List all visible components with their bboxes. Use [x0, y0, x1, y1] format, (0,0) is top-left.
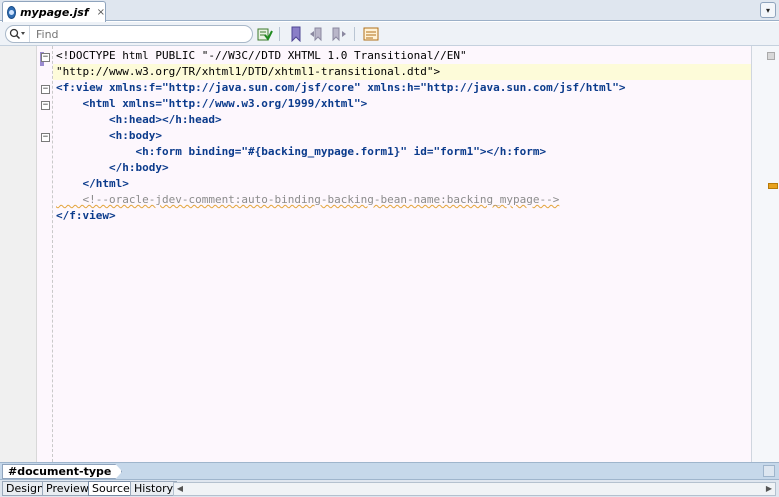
fold-toggle-icon[interactable]: −: [41, 85, 50, 94]
code-line-text: <html xmlns="http://www.w3.org/1999/xhtm…: [56, 97, 368, 110]
code-line-text: <h:head></h:head>: [56, 113, 222, 126]
search-icon[interactable]: [6, 26, 30, 42]
code-line-text: "http://www.w3.org/TR/xhtml1/DTD/xhtml1-…: [56, 65, 441, 78]
scroll-right-icon[interactable]: ▶: [763, 483, 775, 495]
code-line-text: </f:view>: [56, 209, 116, 222]
code-line-text: <h:body>: [56, 129, 162, 142]
code-line: </h:body>: [56, 160, 751, 176]
horizontal-scrollbar[interactable]: ◀ ▶: [173, 482, 776, 496]
breadcrumb-item[interactable]: #document-type: [2, 464, 122, 479]
code-line-text: <h:form binding="#{backing_mypage.form1}…: [56, 145, 547, 158]
code-comment-text: <!--oracle-jdev-comment:auto-binding-bac…: [56, 193, 560, 206]
validate-icon[interactable]: [257, 26, 273, 42]
code-area[interactable]: <!DOCTYPE html PUBLIC "-//W3C//DTD XHTML…: [53, 48, 751, 224]
overview-ruler: [751, 46, 779, 462]
line-number-gutter: [0, 46, 37, 462]
fold-toggle-icon[interactable]: −: [41, 133, 50, 142]
editor-view-tabs: Design Preview Source History ◀ ▶: [0, 479, 779, 497]
jsf-file-icon: [7, 5, 17, 19]
code-line: <!--oracle-jdev-comment:auto-binding-bac…: [56, 192, 751, 208]
code-line: <h:form binding="#{backing_mypage.form1}…: [56, 144, 751, 160]
code-line-text: </h:body>: [56, 161, 169, 174]
code-line-text: <!DOCTYPE html PUBLIC "-//W3C//DTD XHTML…: [56, 49, 467, 62]
code-line: </html>: [56, 176, 751, 192]
scroll-left-icon[interactable]: ◀: [174, 483, 186, 495]
tab-mypage-jsf[interactable]: mypage.jsf ×: [2, 1, 106, 22]
warning-marker[interactable]: [768, 183, 778, 189]
close-icon[interactable]: ×: [97, 7, 105, 18]
fold-toggle-icon[interactable]: −: [41, 101, 50, 110]
source-editor[interactable]: − − − − <!DOCTYPE html PUBLIC "-//W3C//D…: [0, 46, 779, 462]
toolbar-separator: [354, 27, 355, 41]
find-box: [5, 25, 253, 43]
bookmark-icon[interactable]: [288, 26, 304, 42]
status-indicator-icon: [767, 52, 775, 60]
code-line-current: "http://www.w3.org/TR/xhtml1/DTD/xhtml1-…: [53, 64, 751, 80]
code-line: </f:view>: [56, 208, 751, 224]
tab-history[interactable]: History: [130, 481, 178, 496]
properties-icon[interactable]: [363, 26, 379, 42]
fold-toggle-icon[interactable]: −: [41, 53, 50, 62]
code-line: <!DOCTYPE html PUBLIC "-//W3C//DTD XHTML…: [56, 48, 751, 64]
code-line-text: <f:view xmlns:f="http://java.sun.com/jsf…: [56, 81, 626, 94]
code-line: <f:view xmlns:f="http://java.sun.com/jsf…: [56, 80, 751, 96]
code-line: <h:body>: [56, 128, 751, 144]
next-bookmark-icon[interactable]: [331, 26, 347, 42]
editor-toolbar: [0, 22, 779, 46]
toolbar-separator: [279, 27, 280, 41]
code-line-text: </html>: [56, 177, 129, 190]
breadcrumb: #document-type: [0, 462, 779, 479]
code-line: <html xmlns="http://www.w3.org/1999/xhtm…: [56, 96, 751, 112]
code-line: <h:head></h:head>: [56, 112, 751, 128]
tab-preview[interactable]: Preview: [42, 481, 93, 496]
breadcrumb-scroll-button[interactable]: [763, 465, 775, 477]
previous-bookmark-icon[interactable]: [309, 26, 325, 42]
tab-list-dropdown-button[interactable]: ▾: [760, 2, 776, 18]
tab-source[interactable]: Source: [88, 481, 134, 496]
editor-tab-bar: mypage.jsf × ▾: [0, 0, 779, 22]
tab-title: mypage.jsf: [20, 5, 89, 19]
find-input[interactable]: [30, 27, 240, 41]
